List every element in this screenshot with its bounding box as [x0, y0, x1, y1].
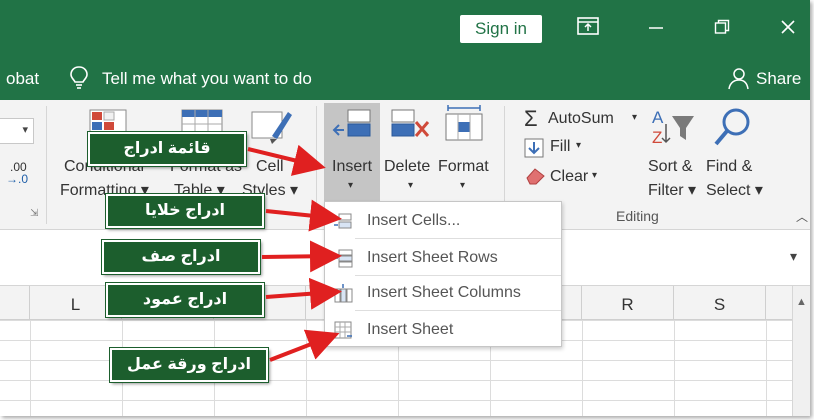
- grid-line: [674, 320, 675, 416]
- insert-cells-small-icon: [333, 211, 353, 231]
- vertical-scrollbar[interactable]: ▲: [792, 286, 810, 416]
- insert-cells-icon[interactable]: [330, 106, 374, 146]
- fill-dropdown-arrow-icon[interactable]: ▾: [576, 140, 581, 151]
- excel-window: Sign in obat Tell me what you want to do…: [0, 0, 810, 416]
- menu-item-insert-sheet[interactable]: Insert Sheet: [325, 313, 561, 347]
- dialog-launcher-icon[interactable]: ⇲: [30, 208, 38, 219]
- group-separator: [316, 106, 317, 224]
- share-button[interactable]: Share: [756, 69, 801, 89]
- number-format-dropdown[interactable]: ▾: [0, 118, 34, 144]
- callout-insert-cells: ادراج خلايا: [106, 194, 264, 228]
- sign-in-button[interactable]: Sign in: [460, 15, 542, 43]
- delete-dropdown-arrow-icon[interactable]: ▾: [408, 180, 413, 191]
- tell-me-search[interactable]: Tell me what you want to do: [102, 69, 312, 89]
- delete-cells-icon[interactable]: [388, 106, 432, 146]
- callout-insert-sheet: ادراج ورقة عمل: [110, 348, 268, 382]
- editing-group-label: Editing: [616, 208, 659, 224]
- fill-down-icon[interactable]: [524, 138, 544, 158]
- expand-formula-bar-icon[interactable]: ▾: [790, 248, 797, 265]
- person-icon: [726, 66, 750, 92]
- grid-line: [30, 320, 31, 416]
- autosum-icon[interactable]: Σ: [524, 106, 538, 132]
- clear-dropdown-arrow-icon[interactable]: ▾: [592, 170, 597, 181]
- menu-item-insert-sheet-columns[interactable]: Insert Sheet Columns: [325, 276, 561, 310]
- grid-line: [766, 320, 767, 416]
- collapse-ribbon-icon[interactable]: ︿: [796, 208, 808, 225]
- callout-insert-list: قائمة ادراج: [88, 132, 246, 166]
- sort-filter-label-2[interactable]: Filter ▾: [648, 180, 696, 200]
- sort-filter-label-1[interactable]: Sort &: [648, 158, 692, 176]
- column-header[interactable]: [0, 286, 30, 320]
- cell-styles-label-1[interactable]: Cell: [256, 158, 284, 176]
- close-icon[interactable]: [768, 12, 808, 46]
- restore-icon[interactable]: [702, 12, 742, 46]
- insert-columns-icon: [333, 283, 353, 303]
- menu-separator: [355, 310, 561, 311]
- format-cells-icon[interactable]: [442, 104, 486, 146]
- callout-insert-row: ادراج صف: [102, 240, 260, 274]
- format-label[interactable]: Format: [438, 158, 489, 176]
- column-header-s[interactable]: S: [674, 286, 766, 320]
- menu-separator: [355, 238, 561, 239]
- callout-insert-column: ادراج عمود: [106, 283, 264, 317]
- insert-sheet-icon: [333, 320, 353, 340]
- insert-rows-icon: [333, 248, 353, 268]
- find-select-label-2[interactable]: Select ▾: [706, 180, 763, 200]
- tab-fragment[interactable]: obat: [6, 69, 39, 89]
- delete-label[interactable]: Delete: [384, 158, 430, 176]
- svg-text:Z: Z: [652, 128, 662, 147]
- grid-line: [582, 320, 583, 416]
- menu-label: Insert Sheet Columns: [367, 284, 521, 301]
- decimal-text-2[interactable]: →.0: [6, 172, 28, 186]
- grid-line: [306, 320, 307, 416]
- group-separator: [46, 106, 47, 224]
- fill-label[interactable]: Fill: [550, 138, 570, 156]
- tell-me-bar: obat Tell me what you want to do Share: [0, 60, 810, 100]
- cell-styles-icon[interactable]: [250, 106, 294, 146]
- sort-filter-icon[interactable]: AZ: [650, 106, 696, 150]
- insert-dropdown-menu: Insert Cells... Insert Sheet Rows Insert…: [324, 201, 562, 347]
- magnifier-icon[interactable]: [712, 106, 754, 150]
- ribbon-display-options-icon[interactable]: [568, 12, 608, 46]
- autosum-label[interactable]: AutoSum: [548, 110, 614, 128]
- menu-item-insert-sheet-rows[interactable]: Insert Sheet Rows: [325, 241, 561, 275]
- insert-label[interactable]: Insert: [332, 158, 372, 176]
- insert-dropdown-arrow-icon[interactable]: ▾: [348, 180, 353, 191]
- find-select-label-1[interactable]: Find &: [706, 158, 752, 176]
- format-dropdown-arrow-icon[interactable]: ▾: [460, 180, 465, 191]
- clear-label[interactable]: Clear: [550, 168, 588, 186]
- menu-item-insert-cells[interactable]: Insert Cells...: [325, 204, 561, 238]
- minimize-icon[interactable]: [636, 12, 676, 46]
- title-bar: Sign in: [0, 0, 810, 60]
- svg-text:A: A: [652, 108, 664, 127]
- lightbulb-icon: [68, 65, 90, 91]
- menu-label: Insert Sheet: [367, 321, 454, 338]
- autosum-dropdown-arrow-icon[interactable]: ▾: [632, 112, 637, 123]
- menu-label: Insert Cells...: [367, 212, 461, 229]
- scroll-up-icon[interactable]: ▲: [796, 296, 807, 308]
- menu-label: Insert Sheet Rows: [367, 249, 498, 266]
- column-header-r[interactable]: R: [582, 286, 674, 320]
- eraser-icon[interactable]: [524, 166, 546, 186]
